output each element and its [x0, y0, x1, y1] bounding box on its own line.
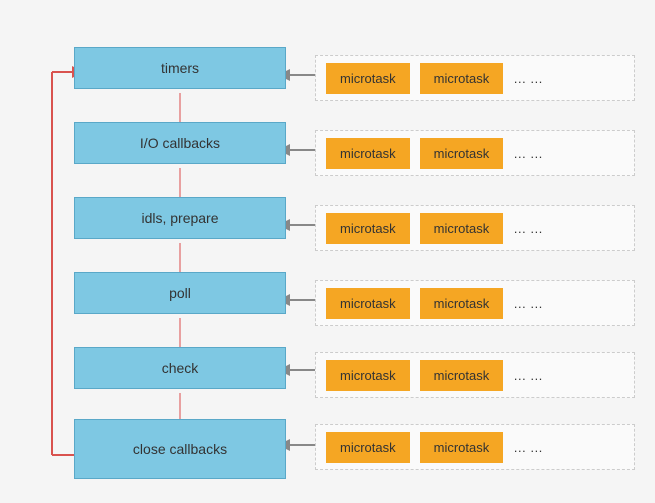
- microtask-ellipsis: … …: [513, 146, 543, 161]
- microtask-row-poll: microtask microtask … …: [315, 280, 635, 326]
- microtask-row-check: microtask microtask … …: [315, 352, 635, 398]
- microtask-box-2: microtask: [420, 432, 504, 463]
- microtask-row-timers: microtask microtask … …: [315, 55, 635, 101]
- microtask-ellipsis: … …: [513, 221, 543, 236]
- microtask-ellipsis: … …: [513, 296, 543, 311]
- microtask-row-io: microtask microtask … …: [315, 130, 635, 176]
- phase-idls-prepare: idls, prepare: [74, 197, 286, 239]
- microtask-box-1: microtask: [326, 432, 410, 463]
- microtask-box-2: microtask: [420, 288, 504, 319]
- microtask-box-2: microtask: [420, 213, 504, 244]
- phase-io-callbacks: I/O callbacks: [74, 122, 286, 164]
- microtask-row-idls: microtask microtask … …: [315, 205, 635, 251]
- microtask-box-1: microtask: [326, 213, 410, 244]
- microtask-box-1: microtask: [326, 63, 410, 94]
- phase-close-callbacks: close callbacks: [74, 419, 286, 479]
- microtask-box-1: microtask: [326, 360, 410, 391]
- microtask-ellipsis: … …: [513, 368, 543, 383]
- microtask-ellipsis: … …: [513, 440, 543, 455]
- phase-poll: poll: [74, 272, 286, 314]
- microtask-box-1: microtask: [326, 138, 410, 169]
- microtask-row-close: microtask microtask … …: [315, 424, 635, 470]
- microtask-box-2: microtask: [420, 138, 504, 169]
- microtask-box-2: microtask: [420, 63, 504, 94]
- microtask-box-2: microtask: [420, 360, 504, 391]
- microtask-box-1: microtask: [326, 288, 410, 319]
- event-loop-diagram: timers I/O callbacks idls, prepare poll …: [0, 0, 655, 503]
- microtask-ellipsis: … …: [513, 71, 543, 86]
- phase-check: check: [74, 347, 286, 389]
- phase-timers: timers: [74, 47, 286, 89]
